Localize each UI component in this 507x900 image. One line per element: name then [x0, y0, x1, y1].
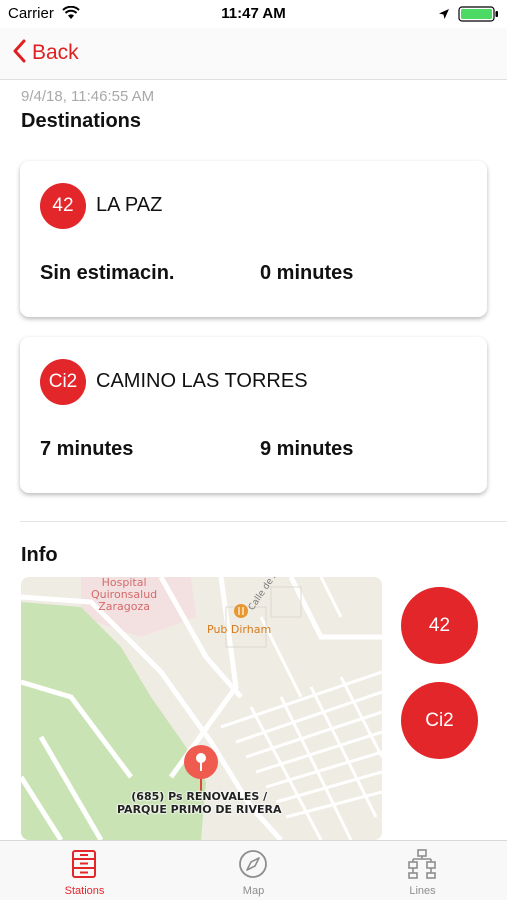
navigation-bar: Back	[0, 28, 507, 80]
network-icon	[408, 849, 436, 879]
update-timestamp: 9/4/18, 11:46:55 AM	[21, 88, 155, 105]
second-estimate: 9 minutes	[260, 438, 354, 460]
back-chevron-icon	[12, 39, 26, 68]
tab-label: Stations	[64, 885, 105, 897]
hospital-label: Hospital Quironsalud Zaragoza	[91, 577, 158, 613]
status-bar: Carrier 11:47 AM	[0, 0, 507, 28]
back-label: Back	[32, 41, 79, 64]
line-button[interactable]: 42	[401, 587, 478, 664]
location-arrow-icon	[438, 7, 450, 25]
clock: 11:47 AM	[221, 5, 286, 22]
info-title: Info	[21, 544, 58, 566]
compass-icon	[239, 850, 267, 878]
destination-name: LA PAZ	[96, 194, 163, 216]
battery-icon	[458, 6, 500, 27]
tab-map[interactable]: Map	[169, 841, 338, 900]
line-button[interactable]: Ci2	[401, 682, 478, 759]
destination-name: CAMINO LAS TORRES	[96, 370, 308, 392]
second-estimate: 0 minutes	[260, 262, 354, 284]
tab-label: Lines	[409, 885, 436, 897]
destination-card[interactable]: 42 LA PAZ Sin estimacin. 0 minutes	[20, 161, 487, 317]
pub-label: Pub Dirham	[207, 623, 272, 636]
tab-stations[interactable]: Stations	[0, 841, 169, 900]
line-badge: Ci2	[40, 359, 86, 405]
first-estimate: Sin estimacin.	[40, 262, 175, 284]
section-divider	[20, 521, 507, 522]
tab-lines[interactable]: Lines	[338, 841, 507, 900]
tab-bar: Stations Map Lines	[0, 840, 507, 900]
line-badge: 42	[40, 183, 86, 229]
destination-card[interactable]: Ci2 CAMINO LAS TORRES 7 minutes 9 minute…	[20, 337, 487, 493]
tab-label: Map	[242, 885, 265, 897]
destinations-title: Destinations	[21, 110, 142, 132]
stations-icon	[72, 850, 96, 878]
first-estimate: 7 minutes	[40, 438, 134, 460]
stop-label: (685) Ps RENOVALES / PARQUE PRIMO DE RIV…	[117, 790, 282, 816]
restaurant-icon	[234, 604, 248, 618]
back-button[interactable]: Back	[12, 37, 79, 69]
station-map[interactable]: Hospital Quironsalud Zaragoza Pub Dirham…	[21, 577, 382, 840]
